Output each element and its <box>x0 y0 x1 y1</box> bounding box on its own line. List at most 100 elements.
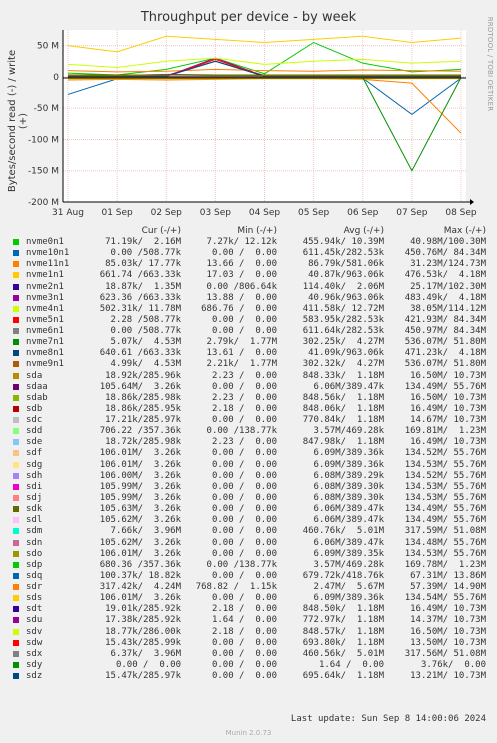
legend-avg: 772.97k/ 1.18M <box>302 615 384 626</box>
legend-min: 0.00 / 0.00 <box>211 637 277 648</box>
legend-row-nvme1n1: nvme1n1 661.74 /663.33k 17.03 / 0.00 40.87k… <box>0 270 497 281</box>
x-tick-label: 07 Sep <box>396 208 428 218</box>
x-axis-arrow <box>470 199 474 205</box>
legend-cur: 18.77k/286.00k <box>105 626 181 637</box>
legend-cur: 18.87k/ 1.35M <box>105 281 181 292</box>
legend-max: 134.54M/ 55.76M <box>404 593 486 604</box>
munin-graph: Throughput per device - by week Bytes/se… <box>0 0 497 743</box>
legend-swatch <box>13 350 19 357</box>
legend-device-name: sda <box>26 370 43 381</box>
legend-avg: 6.08M/389.30k <box>313 492 384 503</box>
legend-row-sda: sda 18.92k/285.96k 2.23 / 0.00 848.33k/ 1.1… <box>0 371 497 382</box>
legend-min: 0.00 / 0.00 <box>211 314 277 325</box>
legend-cur: 19.01k/285.92k <box>105 604 181 615</box>
legend-device-name: nvme11n1 <box>26 259 70 270</box>
legend-max: 16.50M/ 10.73M <box>410 392 486 403</box>
legend-cur: 18.92k/285.96k <box>105 370 181 381</box>
legend-cur: 17.21k/285.97k <box>105 415 181 426</box>
legend-cur: 85.03k/ 17.77k <box>105 259 181 270</box>
y-tick-label: -100 M <box>28 135 59 145</box>
legend-device-name: sdr <box>26 582 43 593</box>
legend-min: 0.00 / 0.00 <box>211 659 277 670</box>
legend-max: 317.56M/ 51.08M <box>404 648 486 659</box>
legend-row-sdt: sdt 19.01k/285.92k 2.18 / 0.00 848.50k/ 1.1… <box>0 604 497 615</box>
legend-cur: 105.62M/ 3.26k <box>99 515 181 526</box>
legend-row-sdab: sdab 18.86k/285.98k 2.23 / 0.00 848.56k/ 1.… <box>0 393 497 404</box>
legend-swatch <box>13 561 19 568</box>
legend-device-name: nvme10n1 <box>26 248 70 259</box>
legend-swatch <box>13 617 19 624</box>
legend-cur: 0.00 /508.77k <box>110 248 181 259</box>
legend-avg: 40.96k/963.06k <box>308 292 384 303</box>
legend-swatch <box>13 506 19 513</box>
legend-device-name: sdk <box>26 504 43 515</box>
legend-swatch <box>13 339 19 346</box>
legend-cur: 502.31k/ 11.78M <box>99 303 181 314</box>
legend-avg: 6.06M/389.47k <box>313 515 384 526</box>
legend-row-nvme3n1: nvme3n1 623.36 /663.33k 13.88 / 0.00 40.96k… <box>0 293 497 304</box>
legend-swatch <box>13 550 19 557</box>
legend-swatch <box>13 383 19 390</box>
legend-row-sdx: sdx 6.37k/ 3.96M 0.00 / 0.00 460.56k/ 5.01M… <box>0 649 497 660</box>
legend-row-sdz: sdz 15.47k/285.97k 0.00 / 0.00 695.64k/ 1.1… <box>0 671 497 682</box>
legend-max: 134.52M/ 55.76M <box>404 470 486 481</box>
legend-avg: 695.64k/ 1.18M <box>302 671 384 682</box>
legend-cur: 5.07k/ 4.53M <box>110 337 181 348</box>
legend-swatch <box>13 305 19 312</box>
legend-row-nvme0n1: nvme0n1 71.19k/ 2.16M 7.27k/ 12.12k 455.94k… <box>0 237 497 248</box>
legend-swatch <box>13 439 19 446</box>
legend-cur: 18.86k/285.95k <box>105 403 181 414</box>
legend-avg: 6.06M/389.47k <box>313 504 384 515</box>
legend-min: 0.00 / 0.00 <box>211 648 277 659</box>
legend-avg: 302.32k/ 4.27M <box>302 359 384 370</box>
munin-version: Munin 2.0.73 <box>225 729 272 737</box>
x-tick-label: 01 Sep <box>101 208 133 218</box>
legend-max: 169.81M/ 1.23M <box>404 426 486 437</box>
legend-swatch <box>13 673 19 680</box>
legend-min: 2.23 / 0.00 <box>211 437 277 448</box>
legend-cur: 0.00 /508.77k <box>110 326 181 337</box>
legend-min: 0.00 / 0.00 <box>211 593 277 604</box>
x-tick-label: 31 Aug <box>52 208 84 218</box>
legend-min: 686.76 / 0.00 <box>201 303 277 314</box>
legend-row-sdd: sdd 706.22 /357.36k 0.00 /138.77k 3.57M/469… <box>0 426 497 437</box>
legend-row-sdb: sdb 18.86k/285.95k 2.18 / 0.00 848.06k/ 1.1… <box>0 404 497 415</box>
legend-swatch <box>13 394 19 401</box>
legend-max: 57.39M/ 14.90M <box>410 582 486 593</box>
legend-min: 2.79k/ 1.77M <box>206 337 277 348</box>
y-tick-label: 50 M <box>37 42 59 52</box>
legend-avg: 6.06M/389.47k <box>313 537 384 548</box>
legend-device-name: nvme2n1 <box>26 281 64 292</box>
legend-device-name: nvme7n1 <box>26 337 64 348</box>
header-avg: Avg (-/+) <box>343 226 384 236</box>
legend-swatch <box>13 428 19 435</box>
legend-max: 317.59M/ 51.08M <box>404 526 486 537</box>
legend-device-name: sdab <box>26 392 48 403</box>
legend-avg: 6.09M/389.35k <box>313 548 384 559</box>
legend-avg: 848.50k/ 1.18M <box>302 604 384 615</box>
legend-avg: 302.25k/ 4.27M <box>302 337 384 348</box>
legend-max: 169.78M/ 1.23M <box>404 559 486 570</box>
legend-max: 134.53M/ 55.76M <box>404 481 486 492</box>
legend-row-nvme6n1: nvme6n1 0.00 /508.77k 0.00 / 0.00 611.64k/2… <box>0 326 497 337</box>
legend-row-sdg: sdg 106.01M/ 3.26k 0.00 / 0.00 6.09M/389.36… <box>0 460 497 471</box>
legend-avg: 40.87k/963.06k <box>308 270 384 281</box>
legend-device-name: sdq <box>26 570 43 581</box>
header-min: Min (-/+) <box>237 226 277 236</box>
legend-row-nvme9n1: nvme9n1 4.99k/ 4.53M 2.21k/ 1.77M 302.32k/ … <box>0 359 497 370</box>
legend-row-sdi: sdi 105.99M/ 3.26k 0.00 / 0.00 6.08M/389.30… <box>0 482 497 493</box>
legend-max: 421.93M/ 84.34M <box>404 314 486 325</box>
legend-device-name: nvme3n1 <box>26 292 64 303</box>
legend-swatch <box>13 628 19 635</box>
legend-row-sdc: sdc 17.21k/285.97k 0.00 / 0.00 770.84k/ 1.1… <box>0 415 497 426</box>
legend-min: 7.27k/ 12.12k <box>206 237 277 247</box>
legend-avg: 460.76k/ 5.01M <box>302 526 384 537</box>
legend-row-nvme4n1: nvme4n1 502.31k/ 11.78M 686.76 / 0.00 411.5… <box>0 304 497 315</box>
legend-device-name: nvme9n1 <box>26 359 64 370</box>
legend-max: 25.17M/102.30M <box>410 281 486 292</box>
legend-swatch <box>13 517 19 524</box>
legend-cur: 680.36 /357.36k <box>99 559 181 570</box>
legend-min: 0.00 / 0.00 <box>211 381 277 392</box>
legend-row-sdp: sdp 680.36 /357.36k 0.00 /138.77k 3.57M/469… <box>0 560 497 571</box>
legend-row-sdw: sdw 15.43k/285.99k 0.00 / 0.00 693.80k/ 1.1… <box>0 638 497 649</box>
